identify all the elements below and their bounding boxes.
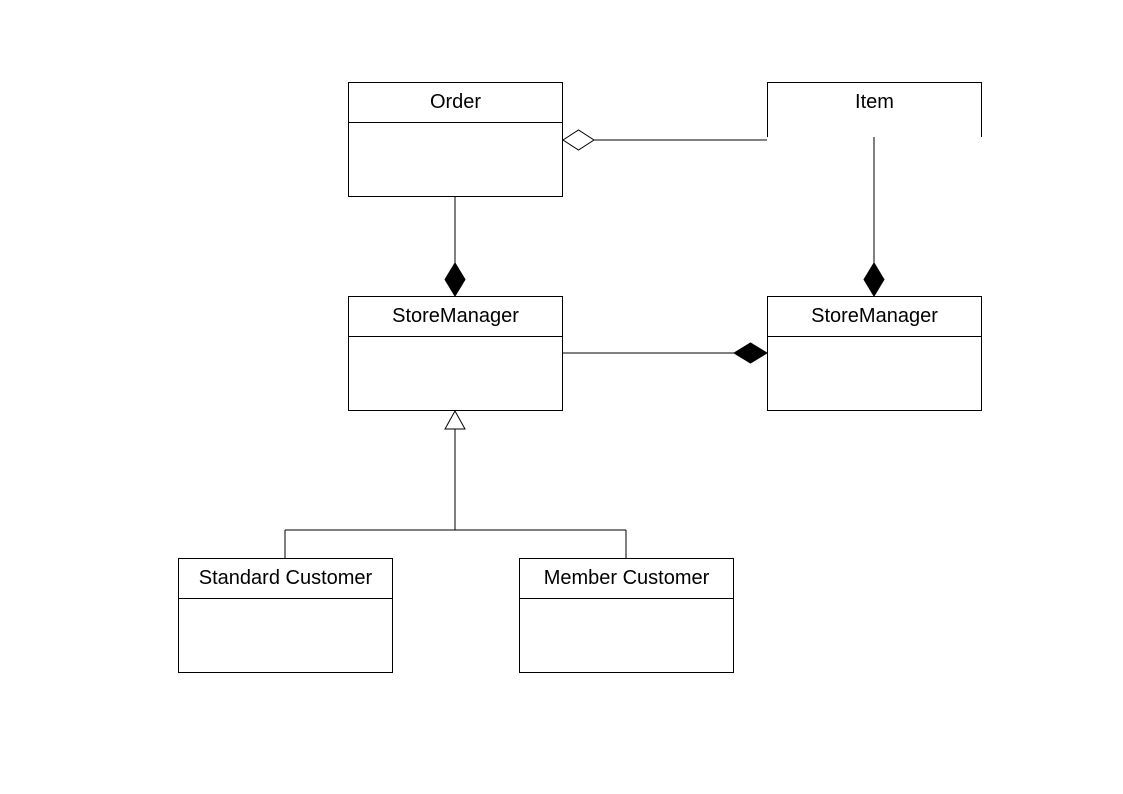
composition-order-storemanager-left (445, 197, 465, 296)
class-standard-customer: Standard Customer (178, 558, 393, 673)
class-storemanager-left: StoreManager (348, 296, 563, 411)
class-storemanager-right-title: StoreManager (768, 297, 981, 337)
class-standard-customer-title: Standard Customer (179, 559, 392, 599)
class-item: Item (767, 82, 982, 137)
class-order: Order (348, 82, 563, 197)
generalization-storemanager-customers (285, 411, 626, 558)
class-item-body-box (767, 136, 982, 137)
class-storemanager-left-title: StoreManager (349, 297, 562, 337)
class-member-customer-body (520, 599, 733, 639)
class-standard-customer-body (179, 599, 392, 639)
class-order-body (349, 123, 562, 163)
aggregation-order-item (563, 130, 767, 150)
class-storemanager-right-body (768, 337, 981, 377)
composition-storemanager-left-right (563, 343, 767, 363)
class-storemanager-left-body (349, 337, 562, 377)
class-order-title: Order (349, 83, 562, 123)
class-item-title: Item (768, 83, 981, 122)
class-member-customer-title: Member Customer (520, 559, 733, 599)
class-member-customer: Member Customer (519, 558, 734, 673)
class-storemanager-right: StoreManager (767, 296, 982, 411)
composition-item-storemanager-right (864, 137, 884, 296)
